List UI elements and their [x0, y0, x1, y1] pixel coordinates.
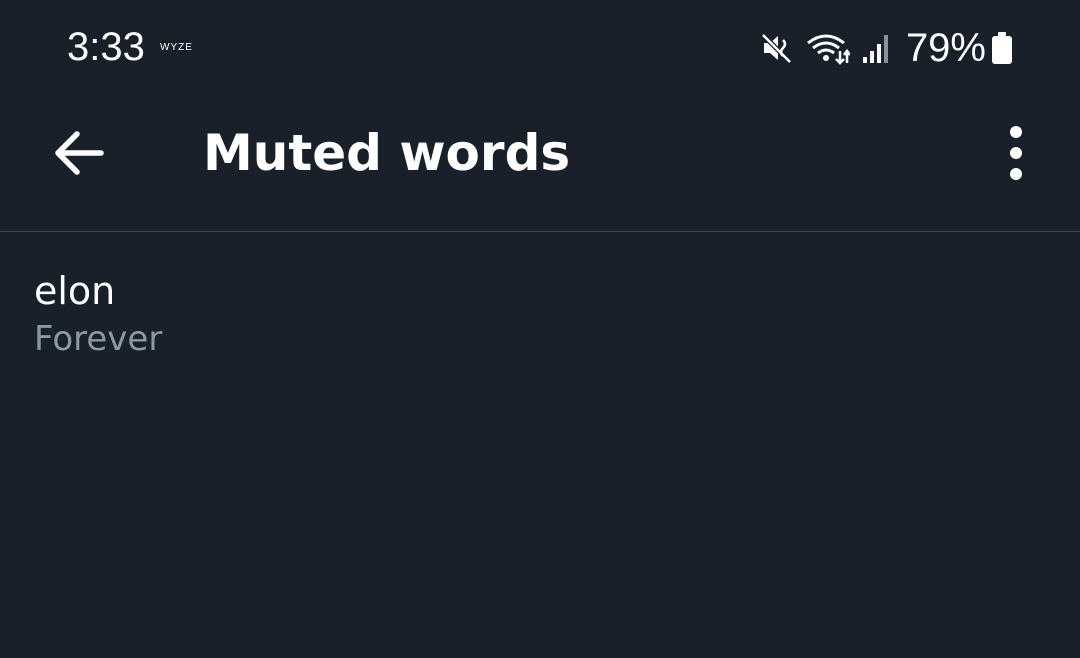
wifi-icon: [806, 31, 850, 65]
battery-icon: [990, 31, 1014, 65]
status-icons: 79%: [748, 26, 1014, 70]
back-button[interactable]: [44, 118, 114, 188]
status-clock: 3:33: [67, 25, 145, 69]
battery-percent: 79%: [905, 26, 986, 70]
muted-word-item[interactable]: elon Forever: [0, 232, 1080, 372]
page-title: Muted words: [203, 124, 571, 182]
signal-icon: [862, 31, 892, 65]
more-options-button[interactable]: [988, 118, 1044, 188]
status-bar: 3:33 WYZE 79%: [0, 0, 1080, 96]
mute-icon: [760, 31, 794, 65]
more-vertical-icon: [1010, 126, 1022, 180]
mute-duration: Forever: [34, 319, 163, 359]
wyze-icon: WYZE: [160, 42, 193, 53]
screen: 3:33 WYZE 79% Muted words elon Forever: [0, 0, 1080, 658]
app-bar: Muted words: [0, 96, 1080, 232]
muted-word: elon: [34, 269, 116, 313]
arrow-left-icon: [55, 131, 104, 175]
muted-words-list: elon Forever: [0, 232, 1080, 372]
